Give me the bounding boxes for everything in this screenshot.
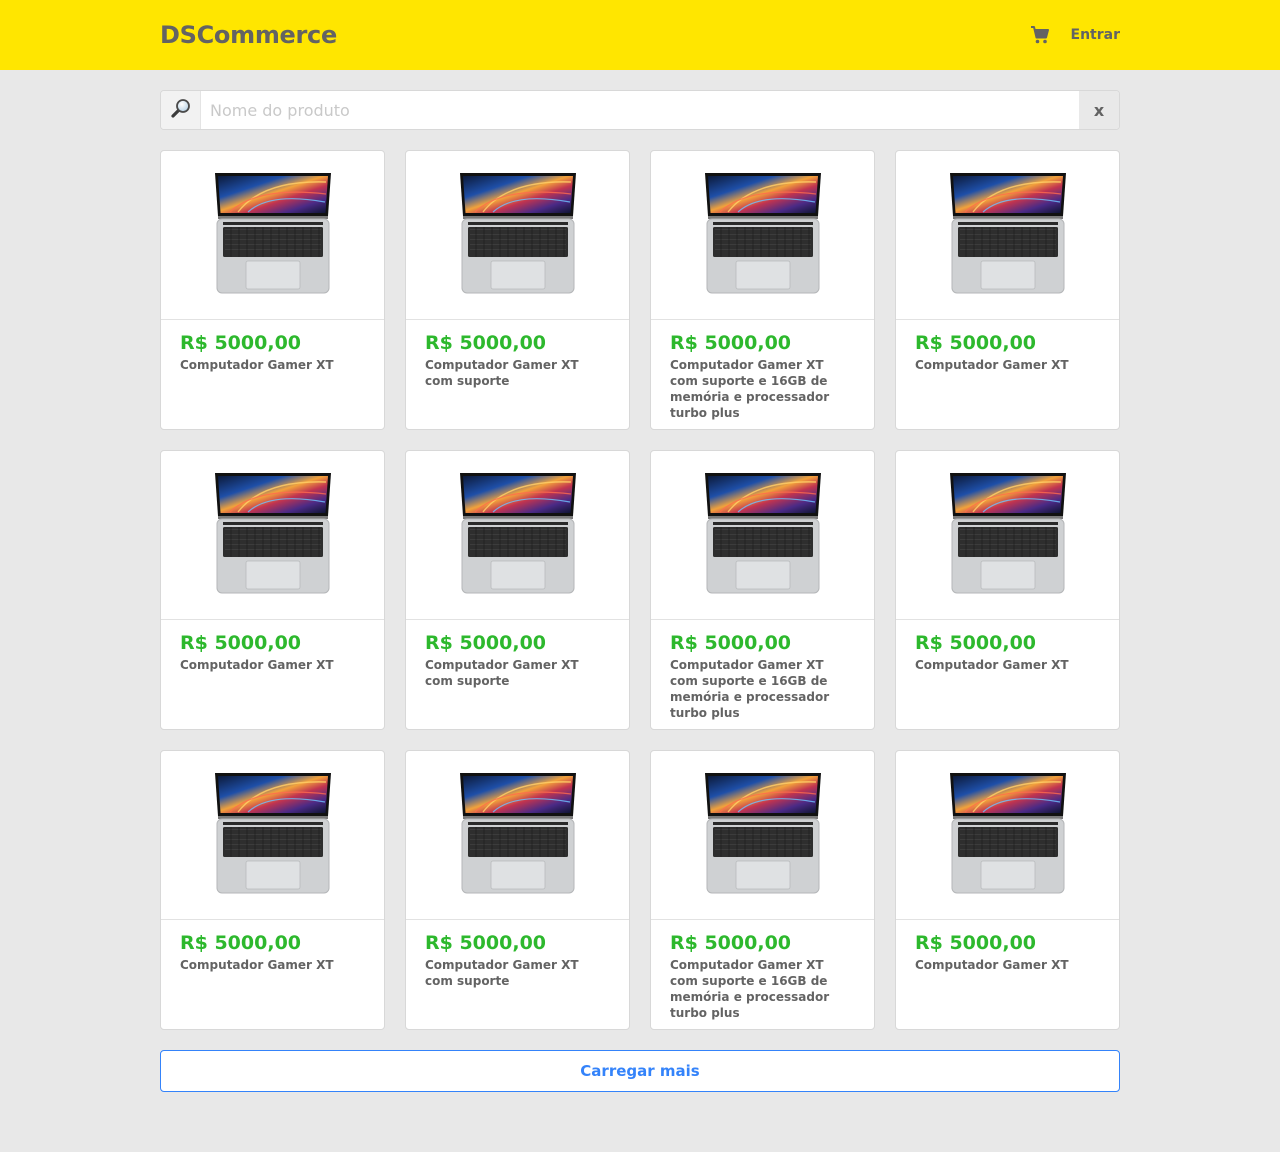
product-card[interactable]: R$ 5000,00 Computador Gamer XT <box>895 150 1120 430</box>
product-image-area <box>406 151 629 320</box>
product-info: R$ 5000,00 Computador Gamer XT <box>161 920 384 973</box>
search-input[interactable] <box>201 91 1079 129</box>
header-actions: Entrar <box>1029 24 1120 46</box>
product-card[interactable]: R$ 5000,00 Computador Gamer XT com supor… <box>650 150 875 430</box>
shopping-cart-icon[interactable] <box>1029 24 1051 46</box>
product-info: R$ 5000,00 Computador Gamer XT <box>161 320 384 373</box>
product-price: R$ 5000,00 <box>425 632 547 654</box>
product-info: R$ 5000,00 Computador Gamer XT com supor… <box>406 620 629 689</box>
product-image-area <box>896 751 1119 920</box>
laptop-image <box>943 772 1073 898</box>
product-name: Computador Gamer XT com suporte e 16GB d… <box>670 658 830 720</box>
product-card[interactable]: R$ 5000,00 Computador Gamer XT com supor… <box>405 150 630 430</box>
laptop-image <box>208 772 338 898</box>
product-image-area <box>406 751 629 920</box>
product-image-area <box>651 751 874 920</box>
laptop-image <box>943 472 1073 598</box>
product-info: R$ 5000,00 Computador Gamer XT com supor… <box>651 320 874 421</box>
product-image-area <box>651 451 874 620</box>
product-price: R$ 5000,00 <box>180 332 302 354</box>
product-name: Computador Gamer XT <box>180 358 334 372</box>
product-name: Computador Gamer XT com suporte <box>425 358 579 388</box>
laptop-image <box>698 772 828 898</box>
product-image-area <box>161 751 384 920</box>
product-name: Computador Gamer XT com suporte <box>425 658 579 688</box>
laptop-image <box>453 772 583 898</box>
laptop-image <box>698 472 828 598</box>
product-image-area <box>651 151 874 320</box>
product-name: Computador Gamer XT <box>915 658 1069 672</box>
product-name: Computador Gamer XT com suporte e 16GB d… <box>670 958 830 1020</box>
laptop-image <box>943 172 1073 298</box>
product-info: R$ 5000,00 Computador Gamer XT com supor… <box>406 320 629 389</box>
product-price: R$ 5000,00 <box>425 932 547 954</box>
product-price: R$ 5000,00 <box>670 932 792 954</box>
product-card[interactable]: R$ 5000,00 Computador Gamer XT <box>160 150 385 430</box>
product-price: R$ 5000,00 <box>425 332 547 354</box>
product-card[interactable]: R$ 5000,00 Computador Gamer XT <box>895 450 1120 730</box>
product-price: R$ 5000,00 <box>180 932 302 954</box>
laptop-image <box>453 172 583 298</box>
search-bar: x <box>160 90 1120 130</box>
product-info: R$ 5000,00 Computador Gamer XT com supor… <box>406 920 629 989</box>
product-info: R$ 5000,00 Computador Gamer XT <box>161 620 384 673</box>
laptop-image <box>698 172 828 298</box>
product-info: R$ 5000,00 Computador Gamer XT <box>896 320 1119 373</box>
header-container: DSCommerce Entrar <box>160 0 1120 70</box>
product-card[interactable]: R$ 5000,00 Computador Gamer XT <box>160 450 385 730</box>
product-image-area <box>896 151 1119 320</box>
product-image-area <box>896 451 1119 620</box>
product-name: Computador Gamer XT com suporte <box>425 958 579 988</box>
brand-logo[interactable]: DSCommerce <box>160 21 337 49</box>
laptop-image <box>208 172 338 298</box>
product-name: Computador Gamer XT <box>180 958 334 972</box>
product-image-area <box>161 151 384 320</box>
product-card[interactable]: R$ 5000,00 Computador Gamer XT com supor… <box>650 450 875 730</box>
product-name: Computador Gamer XT <box>915 358 1069 372</box>
magnifying-glass-icon <box>170 97 192 123</box>
product-card[interactable]: R$ 5000,00 Computador Gamer XT com supor… <box>405 750 630 1030</box>
laptop-image <box>208 472 338 598</box>
product-card[interactable]: R$ 5000,00 Computador Gamer XT com supor… <box>650 750 875 1030</box>
product-price: R$ 5000,00 <box>670 632 792 654</box>
product-grid: R$ 5000,00 Computador Gamer XT R$ 5000,0… <box>160 150 1120 1030</box>
product-info: R$ 5000,00 Computador Gamer XT com supor… <box>651 620 874 721</box>
product-price: R$ 5000,00 <box>915 332 1037 354</box>
product-card[interactable]: R$ 5000,00 Computador Gamer XT com supor… <box>405 450 630 730</box>
top-header: DSCommerce Entrar <box>0 0 1280 70</box>
product-name: Computador Gamer XT <box>915 958 1069 972</box>
clear-search-button[interactable]: x <box>1079 91 1119 129</box>
product-price: R$ 5000,00 <box>180 632 302 654</box>
product-card[interactable]: R$ 5000,00 Computador Gamer XT <box>895 750 1120 1030</box>
product-name: Computador Gamer XT <box>180 658 334 672</box>
product-price: R$ 5000,00 <box>915 632 1037 654</box>
product-price: R$ 5000,00 <box>670 332 792 354</box>
catalog-main: x <box>160 90 1120 1092</box>
product-info: R$ 5000,00 Computador Gamer XT <box>896 620 1119 673</box>
product-image-area <box>161 451 384 620</box>
laptop-image <box>453 472 583 598</box>
product-price: R$ 5000,00 <box>915 932 1037 954</box>
product-info: R$ 5000,00 Computador Gamer XT com supor… <box>651 920 874 1021</box>
product-card[interactable]: R$ 5000,00 Computador Gamer XT <box>160 750 385 1030</box>
product-info: R$ 5000,00 Computador Gamer XT <box>896 920 1119 973</box>
product-name: Computador Gamer XT com suporte e 16GB d… <box>670 358 830 420</box>
product-image-area <box>406 451 629 620</box>
login-link[interactable]: Entrar <box>1071 27 1120 43</box>
search-icon-button[interactable] <box>161 91 201 129</box>
load-more-button[interactable]: Carregar mais <box>160 1050 1120 1092</box>
